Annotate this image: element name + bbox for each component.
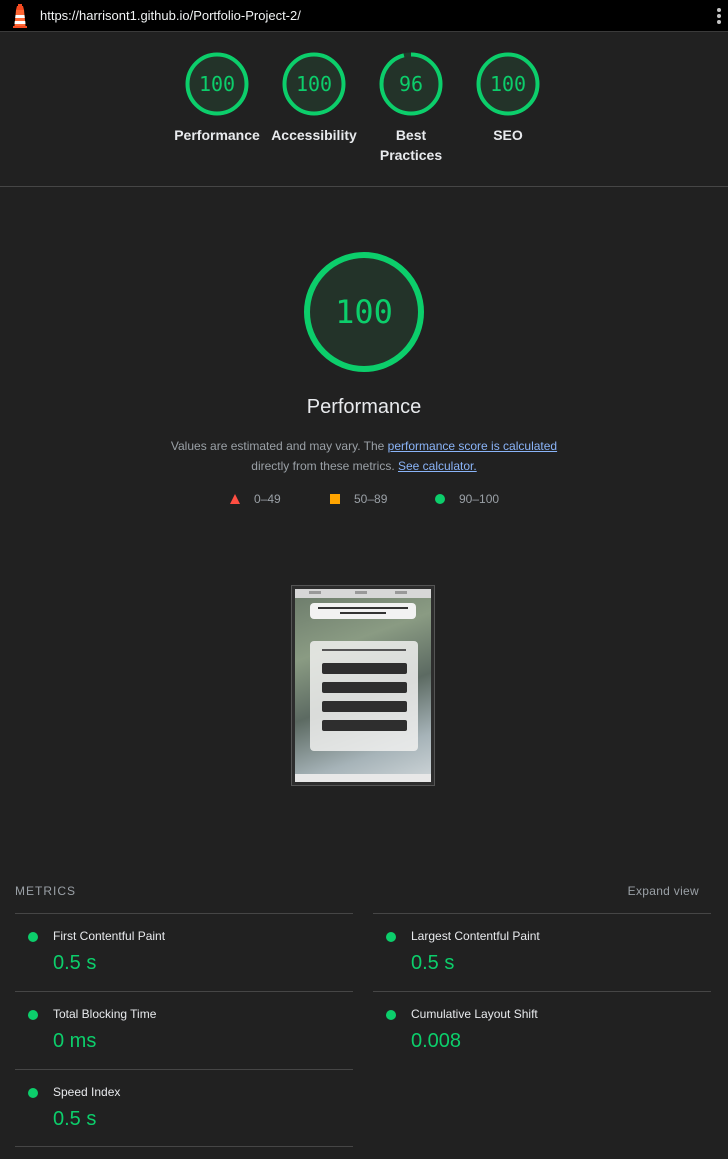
thumb-card — [310, 641, 418, 751]
gauge-label: Accessibility — [271, 127, 357, 143]
address-bar: https://harrisont1.github.io/Portfolio-P… — [0, 0, 728, 32]
metric-title: Speed Index — [53, 1085, 121, 1099]
gauge-best-practices[interactable]: 96 Best Practices — [366, 51, 456, 165]
thumb-title — [310, 603, 416, 619]
metric-value: 0 ms — [53, 1030, 97, 1052]
pass-circle-icon — [386, 932, 396, 942]
legend-average: 50–89 — [330, 492, 387, 506]
pass-circle-icon — [28, 932, 38, 942]
screenshot-image — [295, 589, 431, 782]
performance-description: Values are estimated and may vary. The p… — [0, 436, 728, 476]
metric-tbt: Total Blocking Time 0 ms — [15, 991, 353, 1069]
pass-circle-icon — [386, 1010, 396, 1020]
score-calculated-link[interactable]: performance score is calculated — [388, 439, 557, 453]
desc-text: directly from these metrics. — [251, 459, 398, 473]
score-summary: 100 Performance 100 Accessibility 96 Bes… — [0, 32, 728, 187]
performance-title: Performance — [306, 396, 422, 418]
metric-value: 0.5 s — [53, 1108, 97, 1130]
legend-fail-label: 0–49 — [254, 492, 281, 506]
pass-circle-icon — [435, 494, 445, 504]
metric-value: 0.008 — [411, 1030, 462, 1052]
metric-value: 0.5 s — [411, 952, 455, 974]
page-url: https://harrisont1.github.io/Portfolio-P… — [40, 8, 301, 23]
legend-fail: 0–49 — [230, 492, 281, 506]
gauge-label: SEO — [493, 127, 523, 143]
metric-fcp: First Contentful Paint 0.5 s — [15, 913, 353, 991]
gauge-performance[interactable]: 100 Performance — [172, 51, 262, 145]
thumb-nav — [295, 589, 431, 598]
pass-circle-icon — [28, 1088, 38, 1098]
gauge-label: Performance — [174, 127, 260, 143]
thumb-footer — [295, 774, 431, 782]
legend-pass: 90–100 — [435, 492, 499, 506]
legend-pass-label: 90–100 — [459, 492, 500, 506]
gauge-seo[interactable]: 100 SEO — [463, 51, 553, 145]
see-calculator-link[interactable]: See calculator. — [398, 459, 477, 473]
final-screenshot-thumbnail[interactable] — [291, 585, 435, 786]
lighthouse-logo-icon — [11, 3, 29, 28]
desc-text: Values are estimated and may vary. The — [170, 439, 388, 453]
metric-cls: Cumulative Layout Shift 0.008 — [373, 991, 711, 1069]
gauge-score: 100 — [490, 72, 526, 96]
gauge-label: Best Practices — [379, 127, 443, 163]
metric-speed-index: Speed Index 0.5 s — [15, 1069, 353, 1147]
score-legend: 0–49 50–89 90–100 — [0, 492, 728, 510]
metric-title: First Contentful Paint — [53, 929, 166, 943]
metric-title: Cumulative Layout Shift — [411, 1007, 538, 1021]
fail-triangle-icon — [230, 494, 240, 504]
divider — [15, 1146, 353, 1147]
gauge-score: 96 — [399, 72, 423, 96]
gauge-score: 100 — [296, 72, 332, 96]
metric-title: Largest Contentful Paint — [411, 929, 540, 943]
expand-view-button[interactable]: Expand view — [628, 884, 699, 898]
gauge-accessibility[interactable]: 100 Accessibility — [269, 51, 359, 145]
average-square-icon — [330, 494, 340, 504]
more-options-icon[interactable] — [716, 8, 722, 24]
metric-title: Total Blocking Time — [53, 1007, 157, 1021]
performance-score: 100 — [335, 293, 393, 331]
performance-gauge: 100 — [302, 250, 426, 374]
metric-lcp: Largest Contentful Paint 0.5 s — [373, 913, 711, 991]
gauge-score: 100 — [199, 72, 235, 96]
legend-average-label: 50–89 — [354, 492, 388, 506]
pass-circle-icon — [28, 1010, 38, 1020]
metric-value: 0.5 s — [53, 952, 97, 974]
metrics-heading: METRICS — [15, 884, 76, 898]
